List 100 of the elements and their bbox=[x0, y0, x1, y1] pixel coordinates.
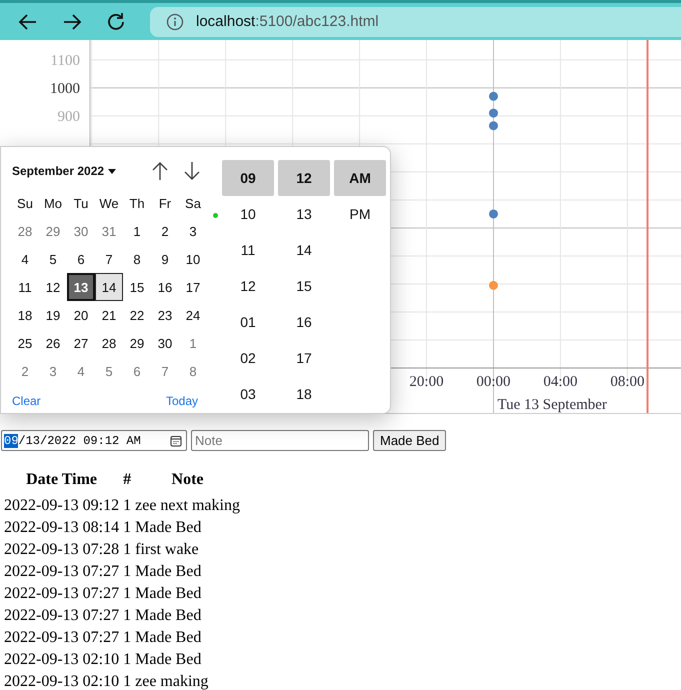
calendar-day[interactable]: 30 bbox=[67, 217, 95, 245]
calendar-day[interactable]: 5 bbox=[95, 357, 123, 385]
time-option[interactable]: 12 bbox=[278, 160, 330, 196]
time-option[interactable]: 12 bbox=[222, 268, 274, 304]
calendar-day[interactable]: 2 bbox=[11, 357, 39, 385]
calendar-day[interactable]: 21 bbox=[95, 301, 123, 329]
calendar-day[interactable]: 8 bbox=[123, 245, 151, 273]
table-cell-text: Made Bed bbox=[134, 584, 202, 604]
table-cell-text: 1 bbox=[122, 540, 132, 560]
table-cell-text: Made Bed bbox=[134, 606, 202, 626]
weekday-label: Th bbox=[128, 194, 146, 212]
weekday-label: Sa bbox=[184, 194, 202, 212]
calendar-day[interactable]: 3 bbox=[179, 217, 207, 245]
time-option[interactable]: 10 bbox=[222, 196, 274, 232]
calendar-day[interactable]: 24 bbox=[179, 301, 207, 329]
month-selector[interactable]: September 2022 bbox=[12, 164, 104, 178]
x-tick-label: 08:00 bbox=[610, 374, 644, 390]
table-cell-text: zee next making bbox=[134, 496, 241, 516]
calendar-day[interactable]: 17 bbox=[179, 273, 207, 301]
time-option[interactable]: 17 bbox=[278, 340, 330, 376]
calendar-day[interactable]: 14 bbox=[95, 273, 123, 301]
reload-icon[interactable] bbox=[105, 10, 127, 32]
time-option[interactable]: 02 bbox=[222, 340, 274, 376]
calendar-day[interactable]: 7 bbox=[151, 357, 179, 385]
time-option[interactable]: 15 bbox=[278, 268, 330, 304]
table-cell-text: 2022-09-13 08:14 bbox=[3, 518, 120, 538]
table-cell-text: 1 bbox=[122, 650, 132, 670]
time-option[interactable]: 18 bbox=[278, 376, 330, 412]
table-cell-text: 2022-09-13 07:27 bbox=[3, 606, 120, 626]
calendar-day[interactable]: 5 bbox=[39, 245, 67, 273]
arrow-up-icon[interactable] bbox=[151, 161, 170, 181]
calendar-day[interactable]: 13 bbox=[67, 273, 95, 301]
time-option[interactable]: 16 bbox=[278, 304, 330, 340]
table-cell-text: 2022-09-13 09:12 bbox=[3, 496, 120, 516]
x-tick-label: 20:00 bbox=[409, 374, 444, 390]
weekday-label: Tu bbox=[72, 194, 90, 212]
calendar-day[interactable]: 19 bbox=[39, 301, 67, 329]
table-cell-text: 1 bbox=[122, 628, 132, 648]
dot-icon bbox=[213, 213, 218, 218]
weekday-label: Mo bbox=[42, 194, 64, 212]
column-header: # bbox=[122, 470, 132, 490]
calendar-day[interactable]: 20 bbox=[67, 301, 95, 329]
note-field[interactable]: Note bbox=[191, 430, 369, 451]
table-cell-text: zee making bbox=[134, 672, 210, 690]
table-cell-text: Made Bed bbox=[134, 562, 202, 582]
calendar-day[interactable]: 30 bbox=[151, 329, 179, 357]
calendar-day[interactable]: 27 bbox=[67, 329, 95, 357]
calendar-day[interactable]: 7 bbox=[95, 245, 123, 273]
calendar-day[interactable]: 10 bbox=[179, 245, 207, 273]
caret-icon[interactable] bbox=[108, 168, 116, 174]
calendar-day[interactable]: 28 bbox=[11, 217, 39, 245]
column-header: Note bbox=[170, 470, 205, 490]
calendar-day[interactable]: 28 bbox=[95, 329, 123, 357]
weekday-label: Fr bbox=[158, 194, 172, 212]
calendar-day[interactable]: 6 bbox=[67, 245, 95, 273]
calendar-day[interactable]: 18 bbox=[11, 301, 39, 329]
address-bar[interactable]: localhost:5100/abc123.html bbox=[150, 6, 681, 36]
calendar-day[interactable]: 4 bbox=[11, 245, 39, 273]
time-option[interactable]: PM bbox=[334, 196, 386, 232]
time-option[interactable]: AM bbox=[334, 160, 386, 196]
calendar-day[interactable]: 9 bbox=[151, 245, 179, 273]
calendar-day[interactable]: 26 bbox=[39, 329, 67, 357]
calendar-day[interactable]: 12 bbox=[39, 273, 67, 301]
time-option[interactable]: 13 bbox=[278, 196, 330, 232]
column-header: Date Time bbox=[25, 470, 98, 490]
calendar-day[interactable]: 15 bbox=[123, 273, 151, 301]
time-option[interactable]: 09 bbox=[222, 160, 274, 196]
calendar-day[interactable]: 29 bbox=[39, 217, 67, 245]
table-cell-text: 1 bbox=[122, 518, 132, 538]
calendar-day[interactable]: 11 bbox=[11, 273, 39, 301]
table-cell-text: 2022-09-13 02:10 bbox=[3, 672, 120, 690]
calendar-icon[interactable] bbox=[170, 434, 182, 446]
table-cell-text: first wake bbox=[134, 540, 200, 560]
calendar-day[interactable]: 16 bbox=[151, 273, 179, 301]
table-cell-text: 2022-09-13 02:10 bbox=[3, 650, 120, 670]
time-option[interactable]: 01 bbox=[222, 304, 274, 340]
calendar-day[interactable]: 2 bbox=[151, 217, 179, 245]
time-option[interactable]: 03 bbox=[222, 376, 274, 412]
arrow-down-icon[interactable] bbox=[183, 161, 202, 181]
info-icon[interactable] bbox=[166, 12, 184, 30]
calendar-day[interactable]: 29 bbox=[123, 329, 151, 357]
calendar-day[interactable]: 23 bbox=[151, 301, 179, 329]
calendar-day[interactable]: 1 bbox=[179, 329, 207, 357]
y-tick-label: 1100 bbox=[50, 52, 80, 69]
table-cell-text: 1 bbox=[122, 496, 132, 516]
today-link[interactable]: Today bbox=[166, 394, 198, 408]
calendar-day[interactable]: 31 bbox=[95, 217, 123, 245]
time-option[interactable]: 11 bbox=[222, 232, 274, 268]
clear-link[interactable]: Clear bbox=[12, 394, 41, 408]
calendar-day[interactable]: 22 bbox=[123, 301, 151, 329]
calendar-day[interactable]: 25 bbox=[11, 329, 39, 357]
datetime-field[interactable]: 09/13/2022 09:12 AM bbox=[1, 430, 187, 451]
table-cell-text: 2022-09-13 07:27 bbox=[3, 584, 120, 604]
calendar-day[interactable]: 4 bbox=[67, 357, 95, 385]
calendar-day[interactable]: 8 bbox=[179, 357, 207, 385]
time-option[interactable]: 14 bbox=[278, 232, 330, 268]
calendar-day[interactable]: 6 bbox=[123, 357, 151, 385]
calendar-day[interactable]: 3 bbox=[39, 357, 67, 385]
made-bed-button[interactable]: Made Bed bbox=[373, 430, 446, 451]
calendar-day[interactable]: 1 bbox=[123, 217, 151, 245]
